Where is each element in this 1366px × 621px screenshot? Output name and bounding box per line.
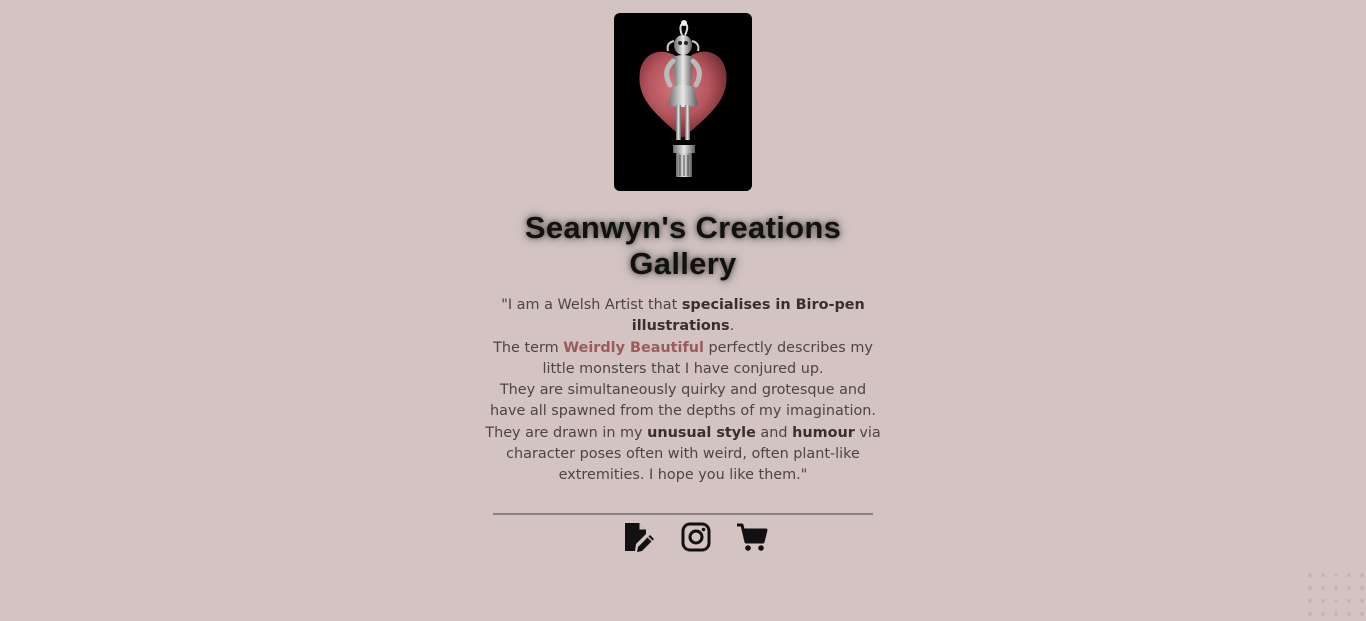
page-title: Seanwyn's Creations Gallery <box>524 210 842 281</box>
bio-text: . <box>729 318 735 335</box>
blog-link[interactable] <box>622 520 656 554</box>
social-links <box>618 520 768 554</box>
file-signature-icon <box>625 523 654 552</box>
bio-emphasis: unusual style <box>647 424 756 441</box>
bio-accent-phrase: Weirdly Beautiful <box>563 339 704 356</box>
bio-text: "I am a Welsh Artist that <box>501 297 682 313</box>
bio-text: The term <box>493 339 564 356</box>
bio-text: They are simultaneously quirky and grote… <box>490 382 876 420</box>
instagram-link[interactable] <box>679 520 713 554</box>
monster-illustration-image <box>639 20 727 177</box>
instagram-icon <box>681 522 711 552</box>
bio-text: They are drawn in my <box>485 424 648 441</box>
bio-text: and <box>755 424 793 441</box>
shop-link[interactable] <box>735 520 769 554</box>
shopping-cart-icon <box>737 523 768 551</box>
bio-emphasis: humour <box>792 424 855 441</box>
decorative-dot-pattern <box>1308 573 1364 616</box>
artist-bio: "I am a Welsh Artist that specialises in… <box>483 295 883 487</box>
divider <box>493 513 873 515</box>
profile-artwork <box>614 13 752 191</box>
